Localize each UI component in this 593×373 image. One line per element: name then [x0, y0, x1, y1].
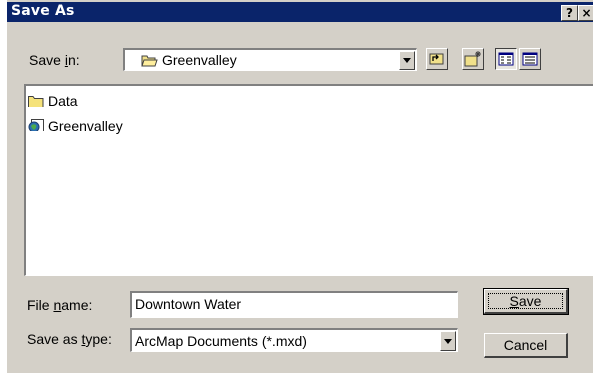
save-in-label: Save in:: [29, 52, 80, 68]
save-as-type-dropdown[interactable]: ArcMap Documents (*.mxd): [130, 328, 458, 352]
close-button[interactable]: ×: [578, 5, 593, 21]
list-view-button[interactable]: [495, 48, 517, 70]
list-view-icon: [498, 52, 514, 66]
details-view-icon: [522, 52, 538, 66]
title-bar[interactable]: Save As ? ×: [7, 2, 593, 22]
up-one-level-button[interactable]: [426, 48, 448, 70]
file-list[interactable]: Data Greenvalley: [24, 84, 593, 276]
dialog-title: Save As: [11, 3, 75, 19]
details-view-button[interactable]: [519, 48, 541, 70]
chevron-down-icon: [444, 339, 452, 344]
chevron-down-icon: [403, 58, 411, 63]
save-in-dropdown-button[interactable]: [399, 51, 415, 70]
save-as-dialog: Save As ? × Save in: Greenvalley Data Gr…: [6, 0, 593, 373]
save-as-type-dropdown-button[interactable]: [440, 331, 456, 351]
folder-icon: [28, 96, 44, 107]
file-name-input[interactable]: Downtown Water: [130, 291, 458, 318]
list-item-label: Data: [48, 93, 78, 109]
save-button-label: Save: [509, 293, 542, 309]
save-as-type-value: ArcMap Documents (*.mxd): [135, 333, 307, 349]
file-name-value: Downtown Water: [135, 296, 242, 312]
new-folder-icon: [464, 51, 481, 67]
save-in-value: Greenvalley: [162, 52, 237, 68]
new-folder-button[interactable]: [462, 48, 484, 70]
map-document-icon: [28, 119, 44, 131]
cancel-button-label: Cancel: [503, 337, 548, 353]
file-name-label: File name:: [27, 297, 93, 313]
save-button[interactable]: Save: [483, 288, 569, 315]
list-item-label: Greenvalley: [48, 118, 123, 134]
save-as-type-label: Save as type:: [27, 331, 112, 347]
save-in-dropdown[interactable]: Greenvalley: [123, 48, 417, 71]
cancel-button[interactable]: Cancel: [484, 333, 568, 358]
help-button[interactable]: ?: [561, 5, 578, 21]
open-folder-icon: [141, 55, 158, 67]
up-one-level-icon: [429, 53, 444, 65]
